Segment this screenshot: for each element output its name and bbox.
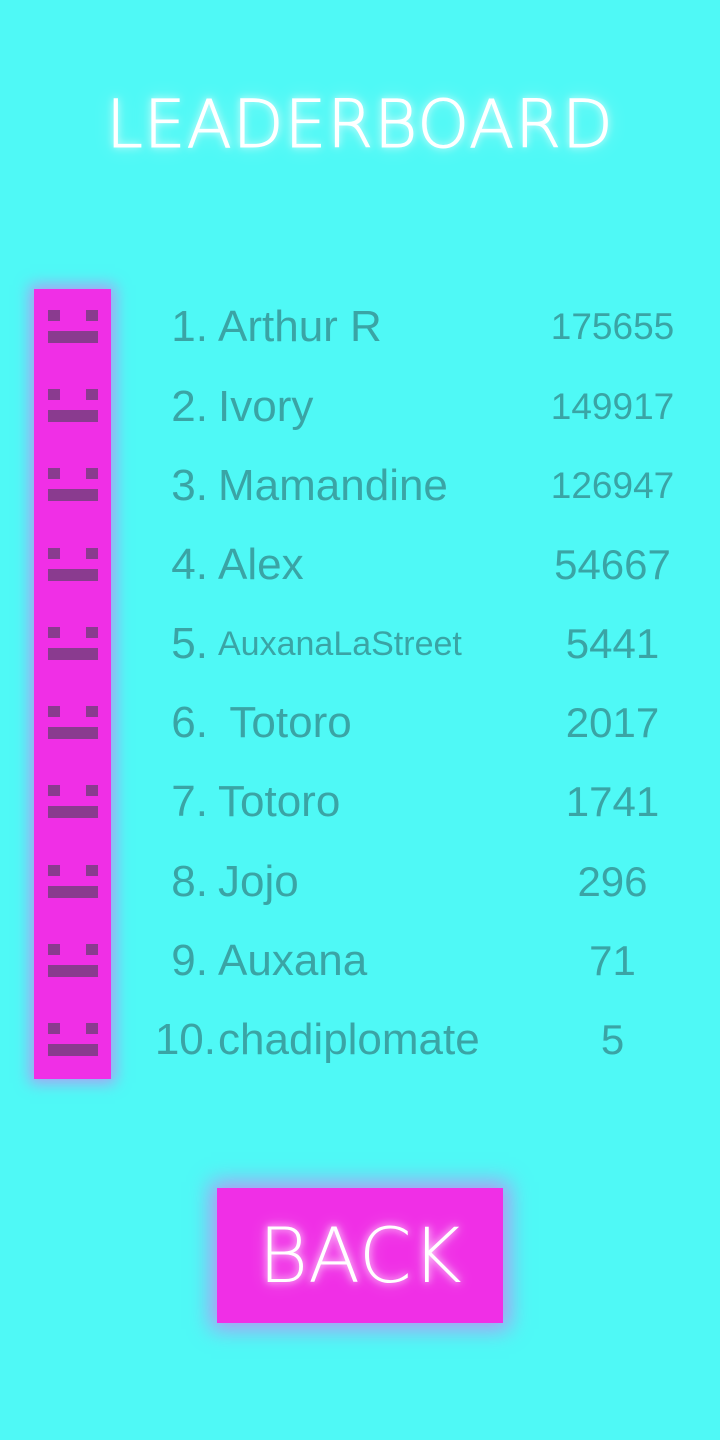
back-button-label: BACK	[258, 1211, 462, 1300]
rank-label: 4.	[171, 540, 208, 589]
rank-label: 1.	[171, 302, 208, 351]
player-name: AuxanaLaStreet	[218, 625, 462, 663]
rank-label: 6.	[171, 698, 208, 747]
player-score: 5441	[565, 620, 660, 667]
leaderboard-row: 1. Arthur R 175655	[0, 297, 720, 357]
player-name: Auxana	[218, 936, 368, 985]
player-name: chadiplomate	[218, 1015, 480, 1064]
leaderboard-row: 6. Totoro 2017	[0, 693, 720, 753]
player-score: 5	[600, 1016, 625, 1063]
player-name: Totoro	[218, 777, 341, 826]
rank-label: 3.	[171, 461, 208, 510]
leaderboard-row: 3. Mamandine 126947	[0, 456, 720, 516]
player-name: Arthur R	[218, 302, 382, 351]
player-name: Jojo	[218, 857, 299, 906]
player-score: 1741	[565, 778, 660, 825]
leaderboard-row: 8. Jojo 296	[0, 852, 720, 912]
player-score: 296	[577, 858, 648, 905]
leaderboard-row: 10. chadiplomate 5	[0, 1010, 720, 1070]
player-score: 71	[589, 937, 636, 984]
leaderboard-row: 9. Auxana 71	[0, 931, 720, 991]
player-score: 126947	[550, 465, 675, 506]
back-button[interactable]: BACK	[217, 1188, 503, 1323]
rank-label: 5.	[171, 619, 208, 668]
leaderboard-row: 4. Alex 54667	[0, 535, 720, 595]
rank-label: 9.	[171, 936, 208, 985]
leaderboard-row: 2. Ivory 149917	[0, 377, 720, 437]
rank-label: 10.	[154, 1015, 216, 1064]
rank-label: 7.	[171, 777, 208, 826]
player-score: 2017	[565, 699, 660, 746]
rank-label: 2.	[171, 382, 208, 431]
leaderboard-row: 5. AuxanaLaStreet 5441	[0, 614, 720, 674]
rank-label: 8.	[171, 857, 208, 906]
player-score: 54667	[554, 541, 671, 588]
player-name: Totoro	[218, 698, 352, 747]
player-score: 149917	[550, 386, 675, 427]
player-name: Alex	[218, 540, 304, 589]
player-name: Mamandine	[218, 461, 448, 510]
player-score: 175655	[550, 306, 675, 347]
page-title: LEADERBOARD	[106, 86, 614, 164]
player-name: Ivory	[218, 382, 314, 431]
leaderboard-row: 7. Totoro 1741	[0, 772, 720, 832]
